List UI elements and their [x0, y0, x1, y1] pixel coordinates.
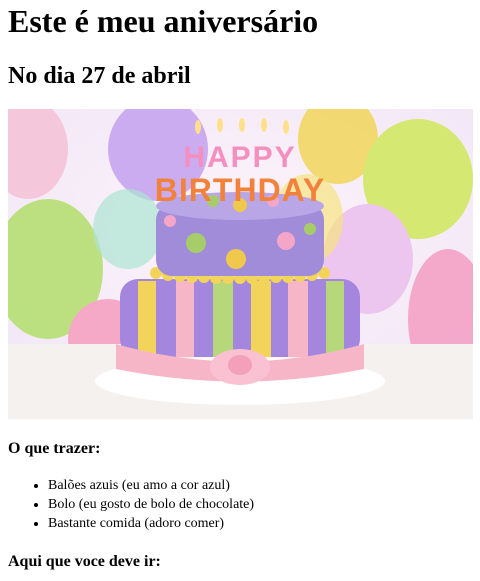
list-item: Bastante comida (adoro comer)	[48, 514, 472, 533]
list-item: Balões azuis (eu amo a cor azul)	[48, 476, 472, 495]
cake-bottom-tier	[116, 279, 364, 385]
list-item: Bolo (eu gosto de bolo de chocolate)	[48, 495, 472, 514]
page-subtitle: No dia 27 de abril	[8, 63, 191, 89]
location-heading: Aqui que voce deve ir:	[8, 553, 161, 570]
birthday-cake-image: HAPPY BIRTHDAY	[8, 109, 473, 419]
page-title: Este é meu aniversário	[8, 3, 319, 39]
banner-birthday: BIRTHDAY	[155, 172, 325, 208]
bring-list: Balões azuis (eu amo a cor azul) Bolo (e…	[8, 476, 472, 533]
banner-happy: HAPPY	[183, 141, 296, 174]
page-content: Este é meu aniversário No dia 27 de abri…	[0, 0, 480, 571]
cake-illustration: HAPPY BIRTHDAY	[8, 109, 473, 419]
bring-heading: O que trazer:	[8, 440, 101, 457]
